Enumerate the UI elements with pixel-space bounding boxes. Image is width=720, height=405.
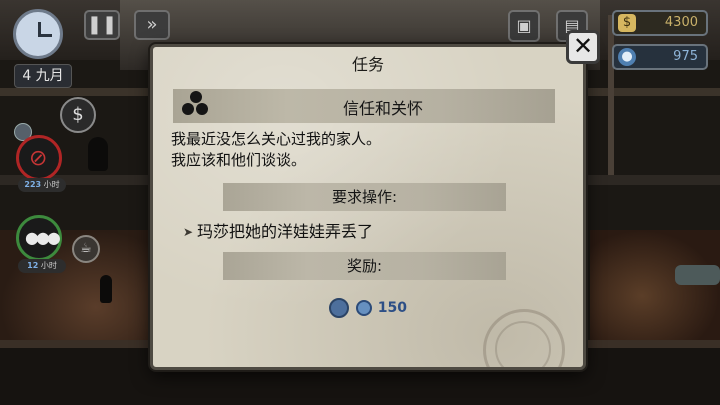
task-description: 我最近没怎么关心过我的家人。 我应该和他们谈谈。 <box>171 130 382 169</box>
close-button[interactable]: ✕ <box>566 30 600 64</box>
pause-icon: ❚❚ <box>86 14 118 35</box>
coffee-icon: ☕ <box>80 241 92 256</box>
dialog-title: 任务 <box>351 55 384 74</box>
date-label: 4 九月 <box>14 64 72 88</box>
resident-silhouette[interactable] <box>88 137 108 171</box>
reputation-coin-icon <box>355 300 372 316</box>
family-icon: ●●● <box>25 228 61 247</box>
scene-right-room <box>590 230 720 340</box>
coffee-button[interactable]: ☕ <box>72 235 100 263</box>
reward-item: 150 <box>329 298 407 322</box>
rewards-label: 奖励: <box>346 257 383 275</box>
scene-pipe <box>608 15 614 175</box>
fast-forward-button[interactable]: » <box>134 10 170 40</box>
requirements-label: 要求操作: <box>331 188 398 206</box>
family-avatar[interactable]: ●●● <box>16 215 62 261</box>
reputation-counter: ● 975 <box>612 44 708 70</box>
scene-sofa <box>675 265 720 285</box>
clock-icon <box>13 9 63 59</box>
family-timer: 12 小时 <box>18 259 66 273</box>
reputation-medal-icon <box>329 298 349 318</box>
inventory-button[interactable]: ▣ <box>508 10 540 42</box>
arrow-bullet-icon: ➤ <box>183 225 194 239</box>
requirement-item: 玛莎把她的洋娃娃弄丢了 <box>197 222 374 241</box>
character-avatar[interactable]: ⊘ <box>16 135 62 181</box>
fast-forward-icon: » <box>146 14 158 35</box>
reputation-icon: ● <box>618 48 636 66</box>
family-icon <box>179 91 213 121</box>
prohibited-icon: ⊘ <box>29 146 48 171</box>
pause-button[interactable]: ❚❚ <box>84 10 120 40</box>
task-dialog: 任务 信任和关怀 我最近没怎么关心过我的家人。 我应该和他们谈谈。 要求操作: … <box>150 44 586 370</box>
bag-icon: ▣ <box>516 16 532 35</box>
resident-silhouette[interactable] <box>100 275 112 303</box>
dollar-icon: $ <box>618 14 636 32</box>
character-timer: 223 小时 <box>18 178 66 192</box>
task-name: 信任和关怀 <box>342 99 423 118</box>
dollar-icon: $ <box>72 104 84 125</box>
money-counter: $ 4300 <box>612 10 708 36</box>
money-action-button[interactable]: $ <box>60 97 96 133</box>
close-icon: ✕ <box>572 32 594 60</box>
